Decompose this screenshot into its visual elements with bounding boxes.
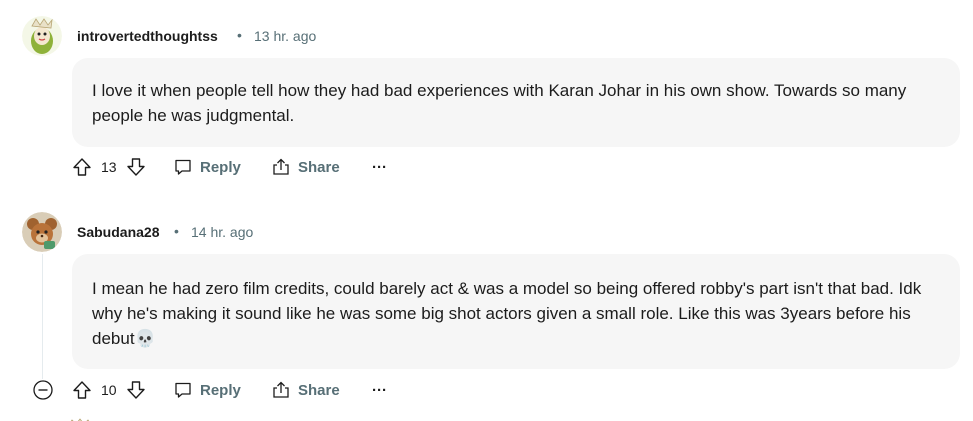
comment-body: I mean he had zero film credits, could b…	[72, 254, 960, 369]
share-icon	[273, 158, 289, 175]
comment-actions: 10 Reply Share ···	[0, 375, 973, 405]
share-label: Share	[298, 158, 340, 176]
downvote-button[interactable]	[126, 375, 146, 405]
comment-2: Sabudana28 • 14 hr. ago I mean he had ze…	[0, 212, 973, 421]
reply-icon	[175, 159, 191, 175]
comment-actions: 13 Reply Share ···	[0, 152, 973, 182]
comment-body: I love it when people tell how they had …	[72, 58, 960, 147]
reply-label: Reply	[200, 158, 241, 176]
collapse-icon	[33, 380, 53, 400]
upvote-icon	[73, 381, 91, 399]
collapse-button[interactable]	[32, 375, 54, 405]
reply-icon	[175, 382, 191, 398]
vote-count: 10	[101, 382, 117, 398]
separator-dot: •	[174, 223, 179, 239]
more-options-button[interactable]: ···	[372, 375, 387, 405]
next-comment-avatar[interactable]	[66, 413, 94, 421]
comment-text: I love it when people tell how they had …	[92, 81, 907, 125]
avatar[interactable]	[22, 16, 62, 56]
upvote-button[interactable]	[72, 375, 92, 405]
more-options-button[interactable]: ···	[372, 152, 387, 182]
comment-text: I mean he had zero film credits, could b…	[92, 279, 922, 348]
share-label: Share	[298, 381, 340, 399]
upvote-button[interactable]	[72, 152, 92, 182]
username[interactable]: Sabudana28	[77, 224, 159, 240]
separator-dot: •	[237, 27, 242, 43]
downvote-button[interactable]	[126, 152, 146, 182]
comment-header: introvertedthoughtss • 13 hr. ago	[0, 16, 973, 56]
vote-count: 13	[101, 159, 117, 175]
comment-header: Sabudana28 • 14 hr. ago	[0, 212, 973, 252]
timestamp[interactable]: 13 hr. ago	[254, 28, 316, 44]
thread-line	[42, 254, 43, 379]
downvote-icon	[127, 381, 145, 399]
upvote-icon	[73, 158, 91, 176]
username[interactable]: introvertedthoughtss	[77, 28, 218, 44]
comment-1: introvertedthoughtss • 13 hr. ago I love…	[0, 16, 973, 206]
share-button[interactable]: Share	[271, 152, 340, 182]
reply-button[interactable]: Reply	[173, 152, 241, 182]
reply-button[interactable]: Reply	[173, 375, 241, 405]
timestamp[interactable]: 14 hr. ago	[191, 224, 253, 240]
reply-label: Reply	[200, 381, 241, 399]
avatar[interactable]	[22, 212, 62, 252]
share-button[interactable]: Share	[271, 375, 340, 405]
downvote-icon	[127, 158, 145, 176]
share-icon	[273, 381, 289, 398]
